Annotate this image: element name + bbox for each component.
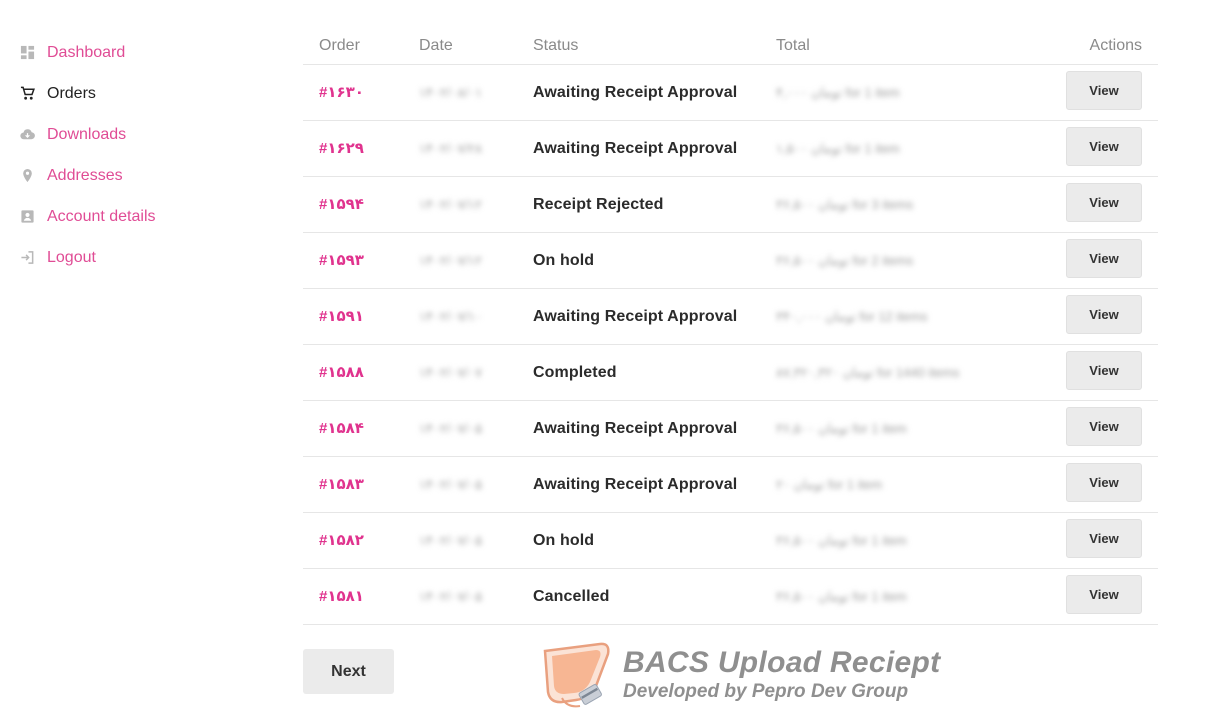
view-order-button[interactable]: View <box>1066 575 1142 614</box>
cloud-download-icon <box>18 126 36 144</box>
account-sidebar: Dashboard Orders Downloads Addresses Acc… <box>18 32 258 278</box>
order-number-link[interactable]: #۱۶۲۹ <box>319 140 364 157</box>
view-order-button[interactable]: View <box>1066 407 1142 446</box>
view-order-button[interactable]: View <box>1066 71 1142 110</box>
column-header-status: Status <box>533 28 776 65</box>
column-header-actions: Actions <box>1026 28 1158 65</box>
order-date: ۱۴۰۲/۰۷/۱۰ <box>419 308 483 324</box>
order-date: ۱۴۰۲/۰۷/۰۷ <box>419 364 483 380</box>
order-number-link[interactable]: #۱۵۸۳ <box>319 476 364 493</box>
view-order-button[interactable]: View <box>1066 463 1142 502</box>
table-row: #۱۵۹۴ ۱۴۰۲/۰۷/۱۲ Receipt Rejected ۳۶,۵۰۰… <box>303 176 1158 233</box>
sidebar-item-label: Account details <box>47 207 156 225</box>
order-total: ۲۰ تومان for 1 item <box>776 476 883 492</box>
sidebar-item-label: Addresses <box>47 166 123 184</box>
plugin-watermark: BACS Upload Reciept Developed by Pepro D… <box>540 642 950 712</box>
order-total: ۱,۵۰۰ تومان for 1 item <box>776 140 900 156</box>
sidebar-item-label: Downloads <box>47 125 127 143</box>
account-card-icon <box>18 208 36 226</box>
order-date: ۱۴۰۲/۰۸/۰۱ <box>419 84 483 100</box>
order-total: ۳۶,۵۰۰ تومان for 1 item <box>776 420 907 436</box>
view-order-button[interactable]: View <box>1066 239 1142 278</box>
order-date: ۱۴۰۲/۰۷/۰۵ <box>419 476 483 492</box>
table-row: #۱۵۸۱ ۱۴۰۲/۰۷/۰۵ Cancelled ۳۶,۵۰۰ تومان … <box>303 568 1158 625</box>
order-status: Awaiting Receipt Approval <box>533 419 738 437</box>
table-row: #۱۵۸۸ ۱۴۰۲/۰۷/۰۷ Completed ۸۷,۳۲۰,۳۲۰ تو… <box>303 344 1158 401</box>
order-number-link[interactable]: #۱۵۸۱ <box>319 588 364 605</box>
view-order-button[interactable]: View <box>1066 295 1142 334</box>
table-row: #۱۵۹۳ ۱۴۰۲/۰۷/۱۲ On hold ۳۶,۵۰۰ تومان fo… <box>303 232 1158 289</box>
sidebar-item-label: Dashboard <box>47 43 126 61</box>
plugin-logo-icon <box>543 642 610 708</box>
order-number-link[interactable]: #۱۶۳۰ <box>319 84 364 101</box>
order-total: ۳۴۰,۰۰۰ تومان for 12 items <box>776 308 928 324</box>
table-row: #۱۵۸۴ ۱۴۰۲/۰۷/۰۵ Awaiting Receipt Approv… <box>303 400 1158 457</box>
order-number-link[interactable]: #۱۵۸۴ <box>319 420 364 437</box>
order-total: ۳۶,۵۰۰ تومان for 1 item <box>776 532 907 548</box>
table-row: #۱۵۸۳ ۱۴۰۲/۰۷/۰۵ Awaiting Receipt Approv… <box>303 456 1158 513</box>
order-number-link[interactable]: #۱۵۸۸ <box>319 364 364 381</box>
order-number-link[interactable]: #۱۵۹۱ <box>319 308 364 325</box>
orders-table: Order Date Status Total Actions #۱۶۳۰ ۱۴… <box>303 28 1158 625</box>
next-page-button[interactable]: Next <box>303 649 394 694</box>
watermark-title: BACS Upload Reciept <box>623 646 941 679</box>
column-header-total: Total <box>776 28 1026 65</box>
view-order-button[interactable]: View <box>1066 127 1142 166</box>
order-total: ۴,۰۰۰ تومان for 1 item <box>776 84 900 100</box>
order-number-link[interactable]: #۱۵۹۴ <box>319 196 364 213</box>
column-header-order: Order <box>303 28 419 65</box>
order-status: On hold <box>533 251 595 269</box>
orders-table-container: Order Date Status Total Actions #۱۶۳۰ ۱۴… <box>303 28 1158 625</box>
table-header-row: Order Date Status Total Actions <box>303 28 1158 65</box>
order-status: Completed <box>533 363 617 381</box>
order-date: ۱۴۰۲/۰۷/۱۲ <box>419 196 483 212</box>
order-status: On hold <box>533 531 595 549</box>
order-status: Cancelled <box>533 587 610 605</box>
table-row: #۱۵۸۲ ۱۴۰۲/۰۷/۰۵ On hold ۳۶,۵۰۰ تومان fo… <box>303 512 1158 569</box>
order-status: Receipt Rejected <box>533 195 664 213</box>
order-total: ۳۶,۵۰۰ تومان for 2 items <box>776 252 914 268</box>
order-total: ۸۷,۳۲۰,۳۲۰ تومان for 1440 items <box>776 364 960 380</box>
order-status: Awaiting Receipt Approval <box>533 83 738 101</box>
sidebar-item-label: Logout <box>47 248 96 266</box>
sidebar-item-addresses[interactable]: Addresses <box>18 155 258 196</box>
order-date: ۱۴۰۲/۰۷/۲۸ <box>419 140 483 156</box>
dashboard-icon <box>18 44 36 62</box>
watermark-subtitle: Developed by Pepro Dev Group <box>623 681 909 702</box>
order-total: ۳۶,۵۰۰ تومان for 1 item <box>776 588 907 604</box>
table-row: #۱۵۹۱ ۱۴۰۲/۰۷/۱۰ Awaiting Receipt Approv… <box>303 288 1158 345</box>
sidebar-item-downloads[interactable]: Downloads <box>18 114 258 155</box>
cart-icon <box>18 85 36 103</box>
order-status: Awaiting Receipt Approval <box>533 307 738 325</box>
table-row: #۱۶۲۹ ۱۴۰۲/۰۷/۲۸ Awaiting Receipt Approv… <box>303 120 1158 177</box>
view-order-button[interactable]: View <box>1066 519 1142 558</box>
logout-icon <box>18 249 36 267</box>
order-date: ۱۴۰۲/۰۷/۰۵ <box>419 532 483 548</box>
order-status: Awaiting Receipt Approval <box>533 475 738 493</box>
order-date: ۱۴۰۲/۰۷/۱۲ <box>419 252 483 268</box>
order-total: ۳۶,۵۰۰ تومان for 3 items <box>776 196 914 212</box>
view-order-button[interactable]: View <box>1066 183 1142 222</box>
view-order-button[interactable]: View <box>1066 351 1142 390</box>
sidebar-item-dashboard[interactable]: Dashboard <box>18 32 258 73</box>
sidebar-item-logout[interactable]: Logout <box>18 237 258 278</box>
order-status: Awaiting Receipt Approval <box>533 139 738 157</box>
sidebar-item-label: Orders <box>47 84 96 102</box>
order-number-link[interactable]: #۱۵۸۲ <box>319 532 364 549</box>
order-number-link[interactable]: #۱۵۹۳ <box>319 252 364 269</box>
order-date: ۱۴۰۲/۰۷/۰۵ <box>419 420 483 436</box>
order-date: ۱۴۰۲/۰۷/۰۵ <box>419 588 483 604</box>
location-pin-icon <box>18 167 36 185</box>
sidebar-item-orders[interactable]: Orders <box>18 73 258 114</box>
column-header-date: Date <box>419 28 533 65</box>
sidebar-item-account-details[interactable]: Account details <box>18 196 258 237</box>
table-row: #۱۶۳۰ ۱۴۰۲/۰۸/۰۱ Awaiting Receipt Approv… <box>303 64 1158 121</box>
